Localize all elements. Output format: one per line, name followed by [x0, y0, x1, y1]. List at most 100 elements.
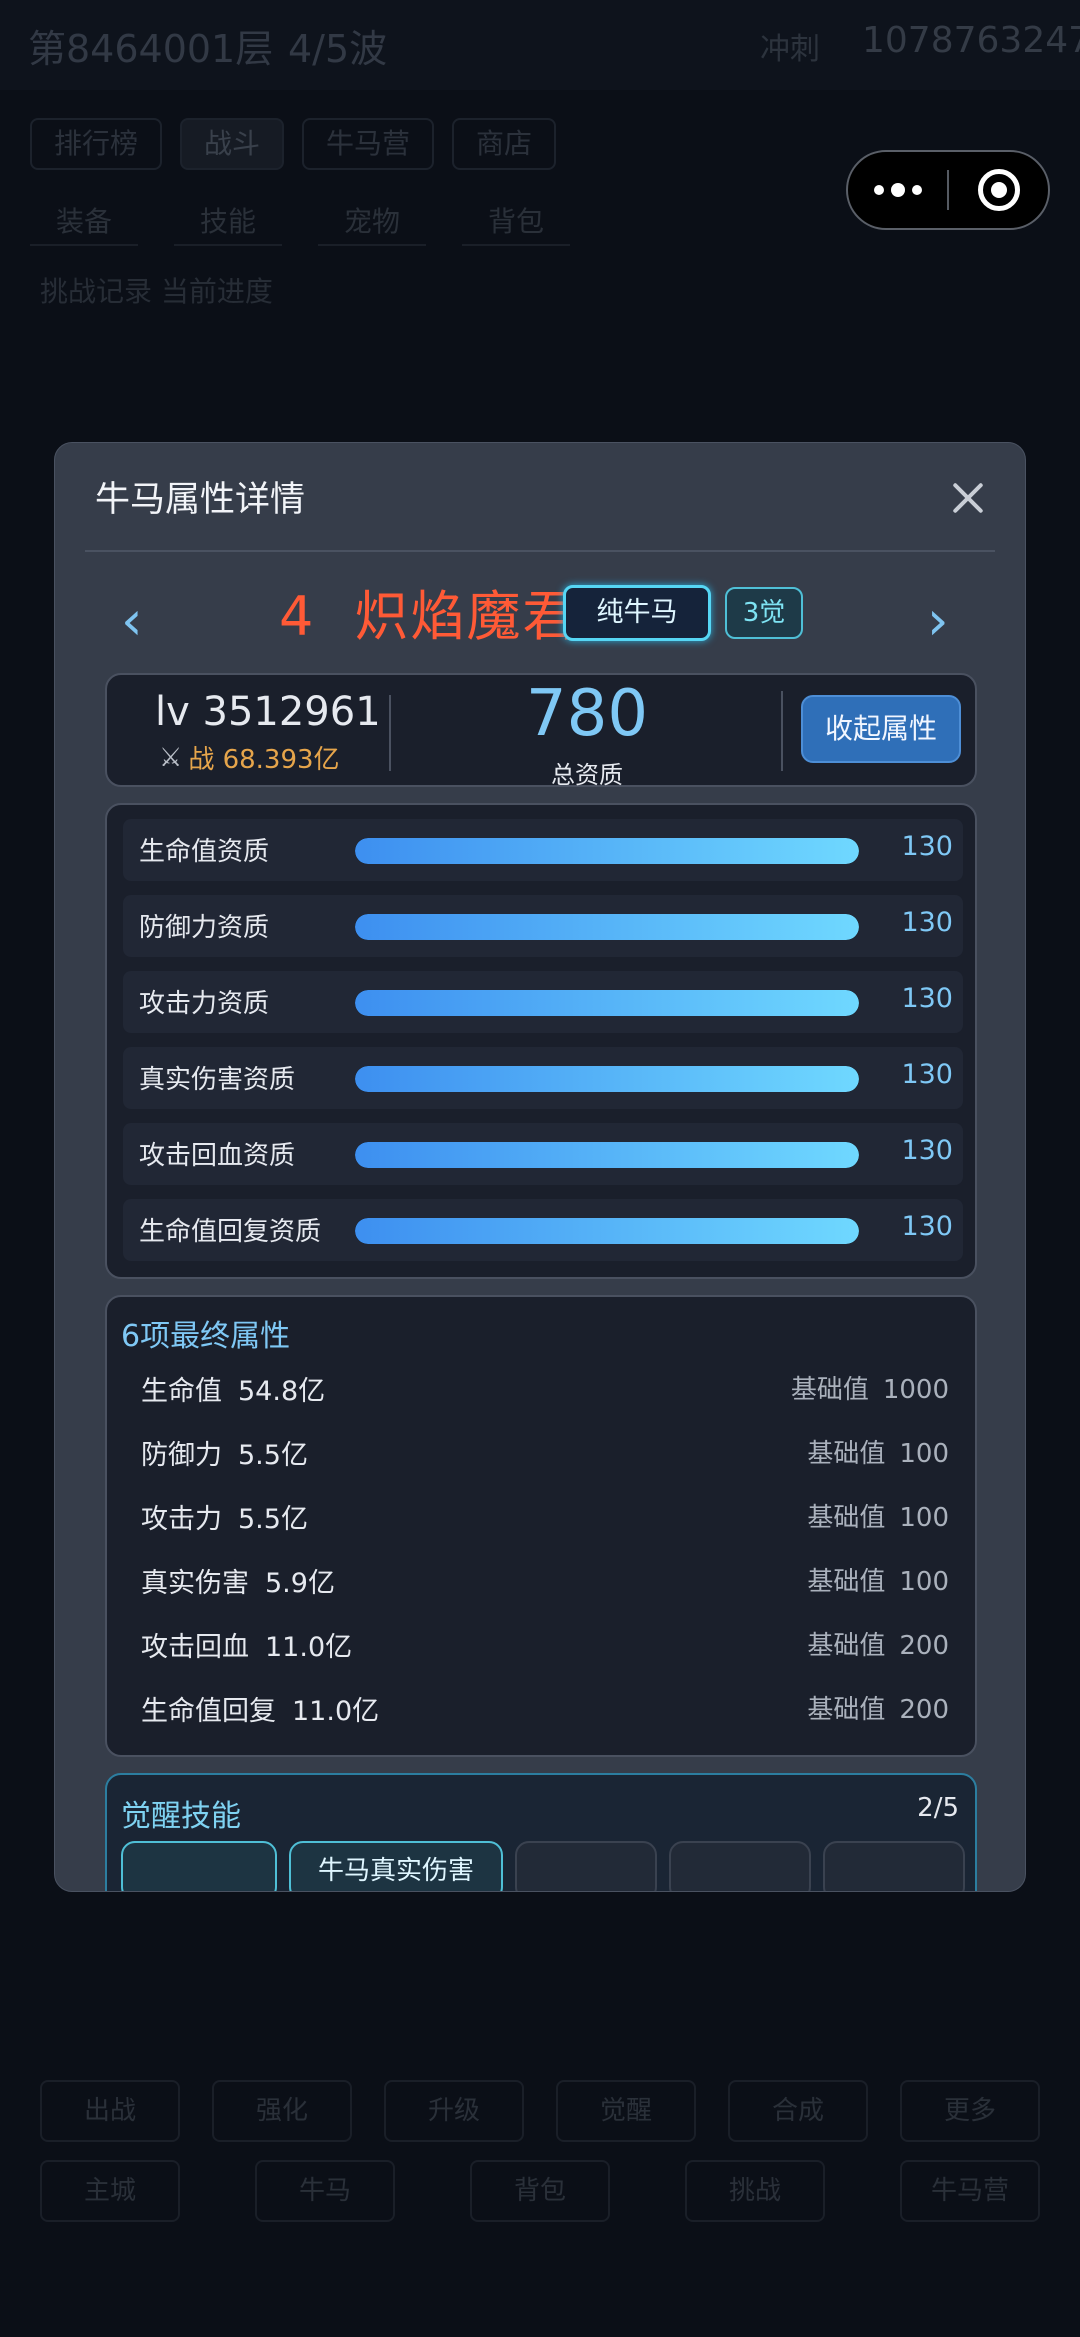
bg-subtab: 宠物 [318, 196, 427, 246]
aptitude-bar-fill [355, 838, 859, 864]
final-attribute-name: 防御力 5.5亿 [141, 1440, 308, 1471]
final-attribute-row: 生命值 54.8亿 基础值 1000 [141, 1367, 949, 1411]
modal-title: 牛马属性详情 [95, 480, 306, 520]
skill-chip[interactable] [515, 1841, 657, 1891]
target-ring-icon[interactable] [949, 169, 1048, 211]
miniprogram-capsule [846, 150, 1050, 230]
final-attributes-panel: 6项最终属性 生命值 54.8亿 基础值 1000 防御力 5.5亿 基础值 100 攻… [105, 1295, 977, 1757]
aptitude-label: 真实伤害资质 [139, 1065, 296, 1095]
aptitude-value: 130 [901, 983, 953, 1014]
background-top-bar: 第8464001层 4/5波 冲刺 1078763247 [0, 0, 1080, 90]
combat-power-value: 战 68.393亿 [188, 745, 340, 775]
summary-divider [389, 695, 391, 771]
final-attribute-name: 生命值 54.8亿 [141, 1376, 326, 1407]
aptitude-bar-fill [355, 1218, 859, 1244]
bg-tab: 战斗 [180, 118, 285, 170]
final-attribute-base: 基础值 200 [807, 1695, 949, 1725]
aptitude-label: 攻击力资质 [139, 989, 270, 1019]
final-attribute-row: 防御力 5.5亿 基础值 100 [141, 1431, 949, 1475]
bg-button: 升级 [384, 2080, 524, 2142]
bg-floor-title: 第8464001层 [28, 27, 274, 71]
aptitude-label: 生命值资质 [139, 837, 270, 867]
aptitude-row: 攻击力资质 130 [123, 971, 963, 1033]
bg-nav-item: 背包 [470, 2160, 610, 2222]
aptitude-bar-fill [355, 914, 859, 940]
aptitude-row: 攻击回血资质 130 [123, 1123, 963, 1185]
awaken-skills-panel: 觉醒技能 2/5 牛马真实伤害 [105, 1773, 977, 1891]
bg-wave: 4/5波 [288, 27, 388, 71]
bg-tab: 牛马营 [302, 118, 435, 170]
aptitude-value: 130 [901, 907, 953, 938]
bg-nav-item: 挑战 [685, 2160, 825, 2222]
bg-button: 更多 [900, 2080, 1040, 2142]
final-attribute-name: 生命值回复 11.0亿 [141, 1696, 380, 1727]
final-attribute-row: 攻击回血 11.0亿 基础值 200 [141, 1623, 949, 1667]
aptitude-row: 防御力资质 130 [123, 895, 963, 957]
bg-record-line: 挑战记录 当前进度 [40, 275, 273, 308]
aptitude-panel: 生命值资质 130 防御力资质 130 攻击力资质 130 真实伤害资质 130… [105, 803, 977, 1279]
bg-button: 出战 [40, 2080, 180, 2142]
final-attribute-base: 基础值 100 [807, 1567, 949, 1597]
bg-tabs: 排行榜 战斗 牛马营 商店 [30, 118, 557, 170]
final-attribute-row: 真实伤害 5.9亿 基础值 100 [141, 1559, 949, 1603]
aptitude-bar [355, 990, 859, 1016]
aptitude-bar [355, 1142, 859, 1168]
aptitude-bar-fill [355, 1142, 859, 1168]
close-icon[interactable] [951, 481, 985, 515]
bg-subtab: 背包 [462, 196, 571, 246]
final-attribute-base: 基础值 100 [807, 1439, 949, 1469]
aptitude-value: 130 [901, 1211, 953, 1242]
awaken-level-badge: 3觉 [725, 587, 803, 639]
aptitude-bar [355, 914, 859, 940]
hero-summary-card: lv 3512961 ⚔ 战 68.393亿 780 总资质 收起属性 [105, 673, 977, 789]
aptitude-row: 生命值资质 130 [123, 819, 963, 881]
final-attribute-row: 生命值回复 11.0亿 基础值 200 [141, 1687, 949, 1731]
awaken-skills-title: 觉醒技能 [121, 1799, 241, 1834]
final-attribute-base: 基础值 200 [807, 1631, 949, 1661]
next-hero-chevron-icon[interactable]: › [927, 591, 949, 651]
total-aptitude-value: 780 [525, 677, 649, 751]
skill-chip[interactable]: 牛马真实伤害 [289, 1841, 503, 1891]
aptitude-row: 生命值回复资质 130 [123, 1199, 963, 1261]
bg-button: 强化 [212, 2080, 352, 2142]
final-attribute-base: 基础值 1000 [790, 1375, 949, 1405]
aptitude-value: 130 [901, 1135, 953, 1166]
bg-nav-item: 主城 [40, 2160, 180, 2222]
bg-subtabs: 装备 技能 宠物 背包 [30, 196, 571, 246]
bg-bottom-buttons: 出战 强化 升级 觉醒 合成 更多 [40, 2080, 1040, 2142]
final-attribute-base: 基础值 100 [807, 1503, 949, 1533]
bg-subtab: 装备 [30, 196, 139, 246]
hero-type-badge: 纯牛马 [563, 585, 711, 641]
skill-chip[interactable] [823, 1841, 965, 1891]
total-aptitude-label: 总资质 [551, 761, 623, 789]
combat-power: ⚔ 战 68.393亿 [159, 739, 340, 776]
prev-hero-chevron-icon[interactable]: ‹ [121, 591, 143, 651]
hero-title: 4 炽焰魔君 [279, 577, 579, 657]
bg-bottom-nav: 主城 牛马 背包 挑战 牛马营 [40, 2160, 1040, 2222]
skill-chip[interactable] [121, 1841, 277, 1891]
hero-name: 炽焰魔君 [354, 585, 579, 648]
bg-id: 1078763247 [862, 20, 1080, 61]
aptitude-value: 130 [901, 831, 953, 862]
final-attributes-title: 6项最终属性 [121, 1319, 291, 1354]
collapse-attributes-button[interactable]: 收起属性 [801, 695, 961, 763]
final-attribute-row: 攻击力 5.5亿 基础值 100 [141, 1495, 949, 1539]
final-attribute-name: 攻击回血 11.0亿 [141, 1632, 353, 1663]
summary-divider [781, 691, 783, 771]
bg-button: 合成 [728, 2080, 868, 2142]
aptitude-value: 130 [901, 1059, 953, 1090]
bg-subtab: 技能 [174, 196, 283, 246]
hero-level: lv 3512961 [155, 689, 381, 735]
final-attribute-name: 真实伤害 5.9亿 [141, 1568, 335, 1599]
aptitude-bar [355, 1218, 859, 1244]
more-dots-icon[interactable] [848, 183, 947, 197]
final-attribute-name: 攻击力 5.5亿 [141, 1504, 308, 1535]
awaken-skills-count: 2/5 [917, 1793, 959, 1823]
aptitude-label: 攻击回血资质 [139, 1141, 296, 1171]
bg-tab: 商店 [452, 118, 557, 170]
aptitude-label: 防御力资质 [139, 913, 270, 943]
bg-nav-item: 牛马 [255, 2160, 395, 2222]
aptitude-bar [355, 838, 859, 864]
aptitude-bar-fill [355, 990, 859, 1016]
skill-chip[interactable] [669, 1841, 811, 1891]
